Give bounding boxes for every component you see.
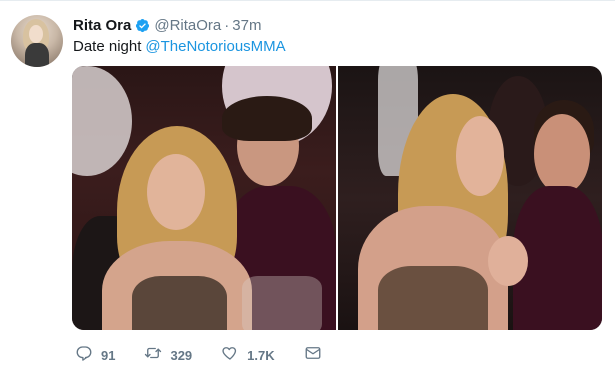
- mention-link[interactable]: @TheNotoriousMMA: [145, 38, 285, 55]
- heart-icon: [221, 344, 239, 367]
- reply-count: 91: [101, 347, 116, 363]
- divider: [0, 0, 615, 1]
- verified-badge-icon: [135, 18, 150, 33]
- media-grid: [72, 66, 602, 330]
- photo-right[interactable]: [338, 66, 602, 330]
- tweet-actions: 91 329 1.7K: [75, 345, 351, 365]
- retweet-count: 329: [170, 347, 193, 363]
- retweet-button[interactable]: 329: [144, 344, 192, 367]
- like-button[interactable]: 1.7K: [221, 344, 275, 367]
- photo-left[interactable]: [72, 66, 336, 330]
- avatar[interactable]: [11, 15, 63, 67]
- tweet-header: Rita Ora @RitaOra · 37m: [73, 15, 261, 35]
- separator-dot: ·: [224, 16, 230, 34]
- envelope-icon: [304, 344, 322, 367]
- reply-icon: [75, 344, 93, 367]
- tweet-card: Rita Ora @RitaOra · 37m Date night @TheNo…: [0, 0, 615, 376]
- tweet-body: Date night: [73, 38, 142, 55]
- like-count: 1.7K: [247, 347, 275, 363]
- author-handle[interactable]: @RitaOra: [154, 17, 221, 34]
- direct-message-button[interactable]: [304, 344, 322, 367]
- retweet-icon: [144, 344, 162, 367]
- tweet-text: Date night @TheNotoriousMMA: [73, 38, 286, 55]
- author-name[interactable]: Rita Ora: [73, 17, 131, 34]
- tweet-timestamp[interactable]: 37m: [232, 17, 261, 34]
- reply-button[interactable]: 91: [75, 344, 115, 367]
